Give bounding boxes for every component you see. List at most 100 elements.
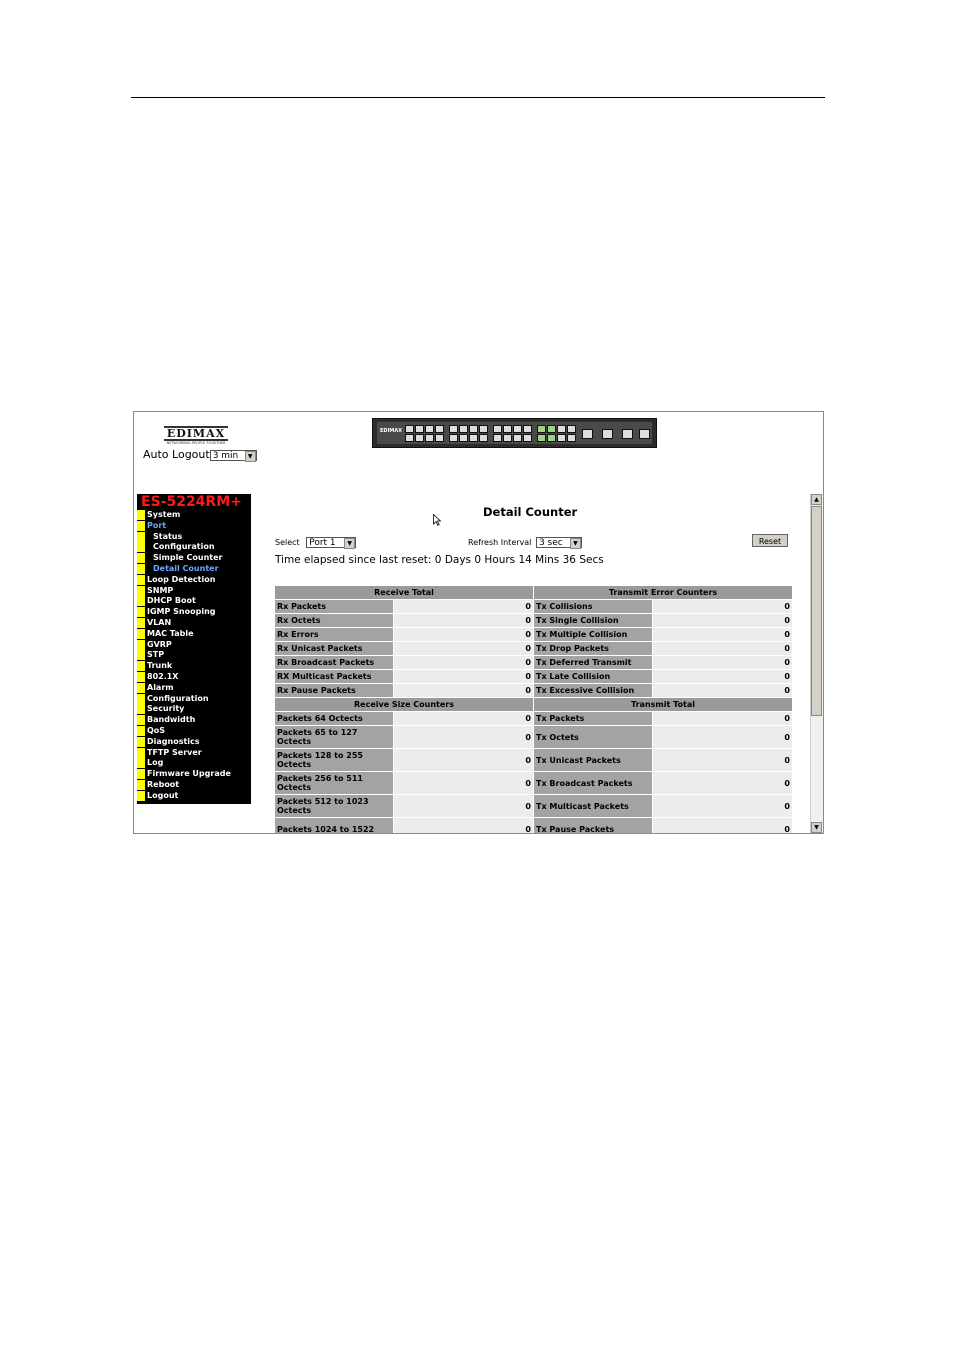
counter-value: 0	[653, 684, 792, 697]
counter-label: Tx Unicast Packets	[534, 749, 653, 771]
reset-button[interactable]: Reset	[752, 534, 788, 547]
model-name: ES-5224RM+	[141, 494, 242, 510]
counter-value: 0	[653, 670, 792, 683]
counter-label: Packets 65 to 127 Octects	[275, 726, 394, 748]
counter-value: 0	[394, 726, 533, 748]
sidebar-item[interactable]: Configuration	[137, 542, 251, 553]
ethernet-port-icon	[493, 434, 502, 442]
table-row: Rx Pause Packets 0 Tx Excessive Collision 0	[275, 684, 792, 697]
sidebar-item[interactable]: TFTP Server	[137, 747, 251, 759]
table-row: Rx Octets 0 Tx Single Collision 0	[275, 614, 792, 627]
ethernet-port-icon	[469, 425, 478, 433]
sidebar-item[interactable]: Security	[137, 704, 251, 715]
sidebar-item[interactable]: Status	[137, 531, 251, 543]
counter-value: 0	[394, 614, 533, 627]
counter-value: 0	[653, 642, 792, 655]
switch-front-panel-image: EDIMAX	[372, 418, 657, 448]
sidebar-item[interactable]: MAC Table	[137, 628, 251, 640]
sidebar-item-label: MAC Table	[147, 628, 194, 638]
sidebar-item-label: QoS	[147, 725, 166, 735]
menu-bullet-icon	[137, 542, 145, 553]
table-row: Packets 1024 to 1522 0 Tx Pause Packets 0	[275, 818, 792, 833]
sidebar-item[interactable]: VLAN	[137, 617, 251, 629]
sidebar-item-label: GVRP	[147, 639, 172, 649]
auto-logout: Auto Logout 3 min ▼	[143, 448, 257, 462]
menu-bullet-icon	[137, 779, 145, 790]
ethernet-port-icon	[503, 425, 512, 433]
refresh-interval-select[interactable]: 3 sec ▼	[535, 537, 582, 549]
sidebar-item[interactable]: IGMP Snooping	[137, 607, 251, 618]
page-top-rule	[131, 97, 825, 98]
sidebar-item-label: Simple Counter	[153, 553, 223, 563]
table-row: Packets 128 to 255 Octects 0 Tx Unicast Pa…	[275, 749, 792, 771]
sidebar-item[interactable]: Reboot	[137, 779, 251, 791]
device-logo: EDIMAX	[380, 428, 403, 434]
counter-label: Tx Multicast Packets	[534, 795, 653, 817]
counter-label: Packets 64 Octects	[275, 712, 394, 725]
logo-tagline: NETWORKING PEOPLE TOGETHER	[166, 441, 226, 445]
column-header: Transmit Error Counters	[534, 586, 792, 599]
auto-logout-label: Auto Logout	[143, 448, 210, 461]
menu-bullet-icon	[137, 617, 145, 628]
counter-value: 0	[394, 656, 533, 669]
sidebar-item[interactable]: System	[137, 510, 251, 521]
sidebar-item-label: SNMP	[147, 585, 174, 595]
sidebar-item[interactable]: Diagnostics	[137, 736, 251, 748]
ethernet-port-icon	[537, 434, 546, 442]
counter-label: Tx Multiple Collision	[534, 628, 653, 641]
sidebar: ES-5224RM+ System Port Status Configuration…	[137, 494, 251, 804]
sidebar-item[interactable]: GVRP	[137, 639, 251, 651]
ethernet-port-icon	[459, 434, 468, 442]
scroll-thumb[interactable]	[811, 506, 822, 716]
menu-bullet-icon	[137, 553, 145, 564]
uplink-port-icon	[582, 429, 593, 439]
ethernet-port-icon	[547, 434, 556, 442]
sidebar-item[interactable]: Simple Counter	[137, 553, 251, 564]
port-select[interactable]: Port 1 ▼	[306, 537, 357, 549]
sidebar-item-label: Configuration	[147, 693, 209, 703]
sidebar-item[interactable]: Port	[137, 520, 251, 532]
select-label: Select	[275, 538, 300, 547]
menu-bullet-icon	[137, 736, 145, 747]
counter-label: Tx Excessive Collision	[534, 684, 653, 697]
table-row: Packets 512 to 1023 Octects 0 Tx Multicast…	[275, 795, 792, 817]
ethernet-port-icon	[503, 434, 512, 442]
menu-bullet-icon	[137, 704, 145, 715]
counter-label: Rx Unicast Packets	[275, 642, 394, 655]
sidebar-item[interactable]: DHCP Boot	[137, 596, 251, 607]
menu-bullet-icon	[137, 563, 145, 574]
table-row: Rx Unicast Packets 0 Tx Drop Packets 0	[275, 642, 792, 655]
sidebar-item[interactable]: Firmware Upgrade	[137, 769, 251, 780]
detail-counter-table: Receive Total Transmit Error Counters Rx P…	[274, 585, 793, 833]
sidebar-item[interactable]: Alarm	[137, 682, 251, 694]
sidebar-item[interactable]: Detail Counter	[137, 563, 251, 575]
sidebar-item[interactable]: Loop Detection	[137, 574, 251, 586]
column-header: Receive Size Counters	[275, 698, 533, 711]
scroll-up-button[interactable]: ▲	[811, 494, 822, 505]
sidebar-item[interactable]: Trunk	[137, 661, 251, 672]
sidebar-item[interactable]: Bandwidth	[137, 715, 251, 726]
auto-logout-select[interactable]: 3 min ▼	[209, 449, 257, 462]
vertical-scrollbar[interactable]: ▲ ▼	[810, 494, 823, 833]
sidebar-item[interactable]: 802.1X	[137, 671, 251, 683]
ethernet-port-icon	[415, 434, 424, 442]
sidebar-item[interactable]: Log	[137, 758, 251, 769]
counter-value: 0	[394, 600, 533, 613]
menu-bullet-icon	[137, 607, 145, 618]
scroll-down-button[interactable]: ▼	[811, 822, 822, 833]
column-header: Transmit Total	[534, 698, 792, 711]
sidebar-item[interactable]: SNMP	[137, 585, 251, 597]
sidebar-item[interactable]: Configuration	[137, 693, 251, 705]
sidebar-menu: System Port Status Configuration Simple Coun…	[137, 510, 251, 802]
counter-value: 0	[653, 795, 792, 817]
ethernet-port-icon	[405, 434, 414, 442]
sidebar-item[interactable]: STP	[137, 650, 251, 661]
menu-bullet-icon	[137, 725, 145, 736]
counter-value: 0	[653, 656, 792, 669]
refresh-interval-value: 3 sec	[538, 538, 563, 548]
sidebar-item[interactable]: Logout	[137, 790, 251, 802]
sidebar-item[interactable]: QoS	[137, 725, 251, 737]
edimax-logo: EDIMAX NETWORKING PEOPLE TOGETHER	[164, 426, 228, 445]
table-row: RX Multicast Packets 0 Tx Late Collision 0	[275, 670, 792, 683]
mouse-pointer-icon	[433, 514, 441, 526]
